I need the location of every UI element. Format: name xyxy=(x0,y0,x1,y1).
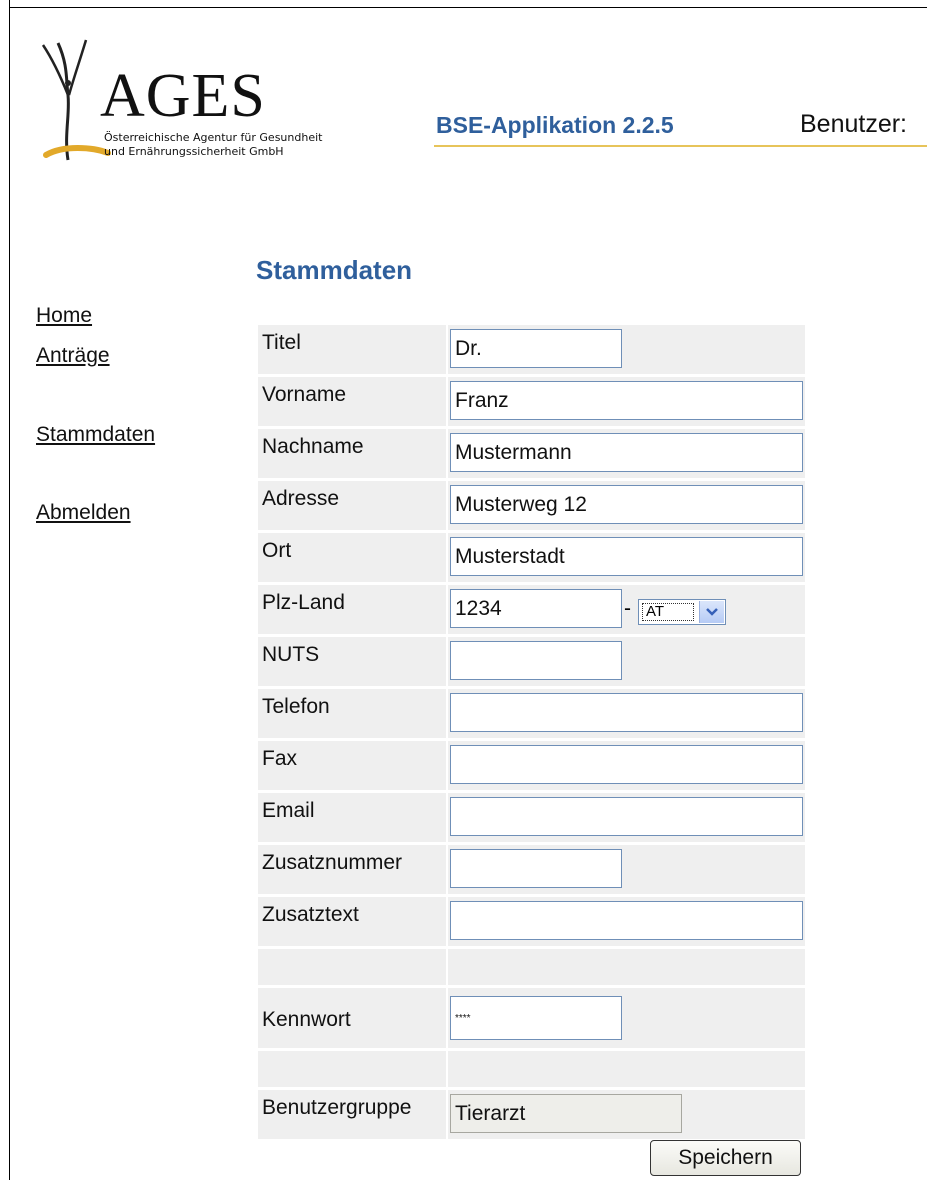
input-cell xyxy=(448,429,805,478)
user-label: Benutzer: xyxy=(800,110,908,138)
label-cell: Benutzergruppe xyxy=(258,1090,446,1139)
page-title: Stammdaten xyxy=(256,255,413,285)
label-cell: Kennwort xyxy=(258,988,446,1048)
benutzergruppe-label: Benutzergruppe xyxy=(262,1096,412,1119)
kennwort-input[interactable] xyxy=(450,996,622,1040)
email-input[interactable] xyxy=(450,797,803,836)
titel-label: Titel xyxy=(262,331,301,354)
label-cell: Vorname xyxy=(258,377,446,426)
label-cell: Nachname xyxy=(258,429,446,478)
input-cell xyxy=(448,689,805,738)
fax-input[interactable] xyxy=(450,745,803,784)
kennwort-label: Kennwort xyxy=(262,1008,351,1031)
land-selected-value: AT xyxy=(642,603,694,621)
logo-subtitle-line2: und Ernährungssicherheit GmbH xyxy=(104,145,284,158)
input-cell xyxy=(448,988,805,1048)
window-top-border xyxy=(9,7,927,8)
benutzergruppe-input xyxy=(450,1094,682,1133)
input-cell xyxy=(448,1090,805,1139)
label-cell: Zusatznummer xyxy=(258,845,446,894)
input-cell xyxy=(448,897,805,946)
input-cell xyxy=(448,793,805,842)
input-cell xyxy=(448,377,805,426)
input-cell xyxy=(448,741,805,790)
nav-link-antraege[interactable]: Anträge xyxy=(36,344,110,368)
vorname-input[interactable] xyxy=(450,381,803,420)
zusatztext-input[interactable] xyxy=(450,901,803,940)
label-cell: Adresse xyxy=(258,481,446,530)
nav-link-stammdaten[interactable]: Stammdaten xyxy=(36,423,155,447)
header-divider xyxy=(434,145,927,147)
nav-link-abmelden[interactable]: Abmelden xyxy=(36,501,131,525)
label-cell: Ort xyxy=(258,533,446,582)
land-select[interactable]: AT xyxy=(638,599,726,625)
empty-label-cell xyxy=(258,949,446,985)
input-cell xyxy=(448,845,805,894)
nuts-label: NUTS xyxy=(262,643,320,666)
ort-input[interactable] xyxy=(450,537,803,576)
input-cell xyxy=(448,481,805,530)
chevron-down-icon[interactable] xyxy=(699,601,724,623)
vorname-label: Vorname xyxy=(262,383,347,406)
label-cell: Telefon xyxy=(258,689,446,738)
label-cell: Email xyxy=(258,793,446,842)
nachname-label: Nachname xyxy=(262,435,364,458)
nav-link-home[interactable]: Home xyxy=(36,304,92,328)
plz-land-label: Plz-Land xyxy=(262,591,345,614)
ort-label: Ort xyxy=(262,539,292,562)
label-cell: Titel xyxy=(258,325,446,374)
zusatznummer-label: Zusatznummer xyxy=(262,851,403,874)
logo-subtitle-line1: Österreichische Agentur für Gesundheit xyxy=(104,131,323,144)
label-cell: Plz-Land xyxy=(258,585,446,634)
save-button[interactable]: Speichern xyxy=(650,1140,801,1176)
input-cell: - AT xyxy=(448,585,805,634)
plz-land-separator: - xyxy=(624,597,631,620)
nuts-input[interactable] xyxy=(450,641,622,680)
titel-input[interactable] xyxy=(450,329,622,368)
ages-logo: AGES Österreichische Agentur für Gesundh… xyxy=(38,35,368,175)
telefon-label: Telefon xyxy=(262,695,330,718)
adresse-label: Adresse xyxy=(262,487,340,510)
adresse-input[interactable] xyxy=(450,485,803,524)
telefon-input[interactable] xyxy=(450,693,803,732)
empty-input-cell xyxy=(448,1051,805,1087)
window-left-border xyxy=(9,0,10,1180)
empty-input-cell xyxy=(448,949,805,985)
email-label: Email xyxy=(262,799,315,822)
label-cell: Fax xyxy=(258,741,446,790)
zusatztext-label: Zusatztext xyxy=(262,903,359,926)
input-cell xyxy=(448,533,805,582)
input-cell xyxy=(448,637,805,686)
logo-subtitle: Österreichische Agentur für Gesundheit u… xyxy=(104,131,322,159)
label-cell: Zusatztext xyxy=(258,897,446,946)
nachname-input[interactable] xyxy=(450,433,803,472)
input-cell xyxy=(448,325,805,374)
app-title: BSE-Applikation 2.2.5 xyxy=(436,112,674,138)
logo-wordmark: AGES xyxy=(100,62,266,130)
label-cell: NUTS xyxy=(258,637,446,686)
empty-label-cell xyxy=(258,1051,446,1087)
fax-label: Fax xyxy=(262,747,298,770)
zusatznummer-input[interactable] xyxy=(450,849,622,888)
plz-input[interactable] xyxy=(450,589,622,628)
